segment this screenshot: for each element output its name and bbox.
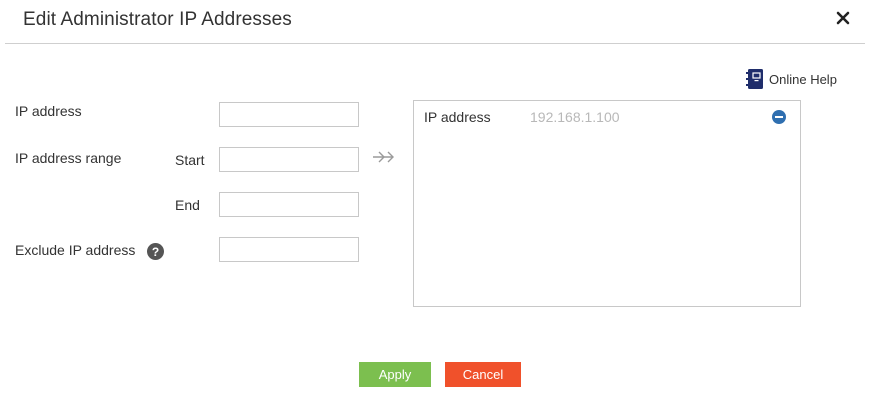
- exclude-ip-label: Exclude IP address: [15, 242, 136, 258]
- ip-range-end-input[interactable]: [219, 192, 359, 217]
- cancel-button[interactable]: Cancel: [445, 362, 521, 387]
- double-arrow-right-icon[interactable]: [371, 149, 397, 165]
- dialog-title: Edit Administrator IP Addresses: [23, 9, 292, 30]
- exclude-ip-input[interactable]: [219, 237, 359, 262]
- address-book-icon: [746, 69, 763, 89]
- online-help-label: Online Help: [769, 71, 837, 87]
- question-mark-icon[interactable]: ?: [147, 243, 164, 260]
- list-item: IP address 192.168.1.100: [424, 107, 790, 127]
- list-item-label: IP address: [424, 109, 491, 125]
- list-item-value: 192.168.1.100: [530, 109, 620, 125]
- ip-address-input[interactable]: [219, 102, 359, 127]
- ip-range-start-input[interactable]: [219, 147, 359, 172]
- start-label: Start: [175, 152, 205, 168]
- minus-circle-icon[interactable]: [772, 110, 786, 124]
- ip-address-list: IP address 192.168.1.100: [413, 100, 801, 307]
- header-divider: [5, 43, 865, 44]
- ip-range-label: IP address range: [15, 150, 122, 166]
- edit-admin-ip-dialog: Edit Administrator IP Addresses Online H…: [0, 0, 874, 406]
- apply-button[interactable]: Apply: [359, 362, 431, 387]
- online-help-link[interactable]: Online Help: [745, 68, 837, 90]
- ip-address-label: IP address: [15, 103, 82, 119]
- close-icon[interactable]: [833, 8, 853, 28]
- end-label: End: [175, 197, 200, 213]
